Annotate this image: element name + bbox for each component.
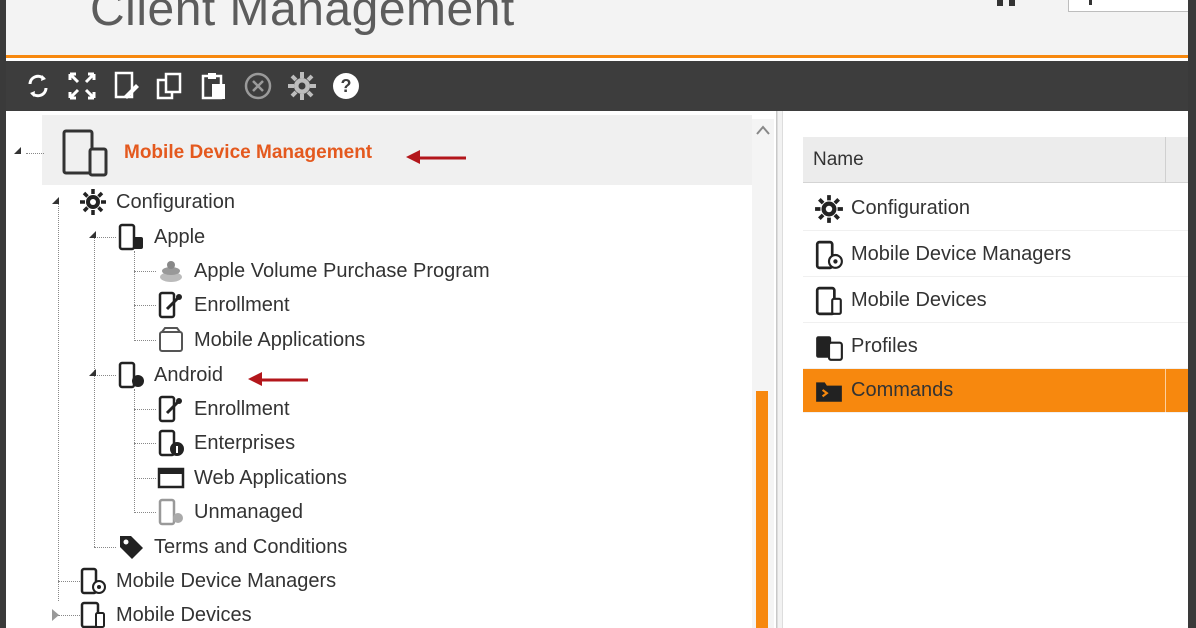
app-header: Client Management [6, 0, 1188, 58]
tree-item-label: Apple [154, 225, 206, 248]
column-header-name[interactable]: Name [813, 149, 864, 171]
tree-item-apple-mobile-applications[interactable]: Mobile Applications [156, 323, 365, 357]
tree-item-apple-enrollment[interactable]: Enrollment [156, 288, 290, 322]
tree-item-android-unmanaged[interactable]: Unmanaged [156, 495, 303, 529]
copy-icon [156, 72, 182, 100]
tree-item-mobile-device-management[interactable]: Mobile Device Management [58, 125, 372, 181]
tree-item-label: Mobile Applications [194, 328, 366, 351]
detail-list: Name Configuration Mobile Device Manager… [783, 111, 1188, 628]
tag-icon [116, 532, 146, 562]
list-header: Name [803, 137, 1188, 183]
annotation-arrow-icon [248, 372, 308, 386]
tree-item-apple[interactable]: Apple [116, 220, 205, 254]
list-item-label: Profiles [851, 335, 918, 357]
gear-icon [813, 193, 845, 225]
list-item[interactable]: Configuration [803, 187, 1188, 231]
scroll-thumb[interactable] [756, 391, 768, 628]
tree-item-mobile-devices[interactable]: Mobile Devices [78, 598, 252, 628]
list-item-label: Mobile Devices [851, 289, 987, 311]
tree-item-label: Android [154, 363, 223, 386]
paste-button[interactable] [192, 64, 236, 108]
tree-item-label: Web Applications [194, 466, 348, 489]
navigation-tree: Mobile Device Management Configuration A… [6, 111, 777, 628]
tree-item-label: Mobile Devices [116, 603, 252, 626]
tree-item-label: Apple Volume Purchase Program [194, 259, 490, 282]
mobile-devices-icon [813, 285, 845, 317]
refresh-icon [28, 74, 48, 98]
help-icon: ? [333, 73, 359, 99]
annotation-arrow-icon [406, 150, 466, 164]
tree-item-android[interactable]: Android [116, 358, 223, 392]
list-item[interactable]: Profiles [803, 325, 1188, 369]
tree-item-terms-and-conditions[interactable]: Terms and Conditions [116, 530, 347, 564]
enrollment-icon [156, 394, 186, 424]
tree-item-configuration[interactable]: Configuration [78, 185, 235, 219]
gear-icon [288, 72, 316, 100]
tree-item-label: Enrollment [194, 293, 290, 316]
list-item[interactable]: Mobile Devices [803, 279, 1188, 323]
mobile-apps-icon [156, 325, 186, 355]
profiles-icon [813, 331, 845, 363]
settings-button[interactable] [280, 64, 324, 108]
paste-icon [201, 73, 225, 100]
svg-text:?: ? [341, 76, 352, 96]
expand-button[interactable] [60, 64, 104, 108]
tree-item-label: Enrollment [194, 397, 290, 420]
tree-item-label: Configuration [116, 190, 235, 213]
delete-icon [244, 72, 272, 100]
delete-button[interactable] [236, 64, 280, 108]
apple-device-icon [116, 222, 146, 252]
list-item[interactable]: Mobile Device Managers [803, 233, 1188, 277]
commands-icon [813, 375, 845, 407]
device-manager-icon [813, 239, 845, 271]
expand-toggle-mobile-devices[interactable] [52, 609, 59, 621]
tree-item-android-enterprises[interactable]: Enterprises [156, 426, 295, 460]
vpp-icon [156, 256, 186, 286]
tree-item-label: Mobile Device Managers [116, 569, 337, 592]
list-item-label: Commands [851, 379, 954, 401]
list-item-label: Configuration [851, 197, 970, 219]
gear-icon [78, 187, 108, 217]
tree-item-label: Mobile Device Management [124, 142, 373, 163]
window-frame-right [1188, 0, 1196, 628]
expand-toggle-root[interactable] [14, 147, 21, 154]
refresh-button[interactable] [16, 64, 60, 108]
tree-item-android-web-applications[interactable]: Web Applications [156, 461, 347, 495]
unmanaged-icon [156, 497, 186, 527]
edit-button[interactable] [104, 64, 148, 108]
expand-toggle-apple[interactable] [89, 231, 96, 238]
mobile-devices-icon [78, 600, 108, 628]
list-item-label: Mobile Device Managers [851, 243, 1072, 265]
web-app-icon [156, 463, 186, 493]
tree-item-label: Enterprises [194, 431, 296, 454]
tree-item-label: Terms and Conditions [154, 535, 348, 558]
tree-item-android-enrollment[interactable]: Enrollment [156, 392, 290, 426]
enrollment-icon [156, 290, 186, 320]
scroll-up-icon[interactable] [755, 123, 771, 137]
expand-toggle-configuration[interactable] [52, 197, 59, 204]
help-button[interactable]: ? [324, 64, 368, 108]
enterprise-icon [156, 428, 186, 458]
toolbar: ? [6, 61, 1188, 111]
search-input[interactable] [1068, 0, 1188, 12]
expand-toggle-android[interactable] [89, 369, 96, 376]
mobile-device-icon [58, 125, 114, 181]
header-menu-icon[interactable] [994, 0, 1020, 12]
tree-item-apple-vpp[interactable]: Apple Volume Purchase Program [156, 254, 490, 288]
tree-scrollbar[interactable] [752, 119, 774, 628]
copy-button[interactable] [148, 64, 192, 108]
list-item[interactable]: Commands [803, 369, 1188, 413]
page-title: Client Management [90, 0, 515, 36]
tree-item-mobile-device-managers[interactable]: Mobile Device Managers [78, 564, 336, 598]
expand-icon [68, 72, 96, 100]
tree-item-label: Unmanaged [194, 500, 303, 523]
device-manager-icon [78, 566, 108, 596]
android-device-icon [116, 360, 146, 390]
edit-icon [114, 71, 139, 99]
